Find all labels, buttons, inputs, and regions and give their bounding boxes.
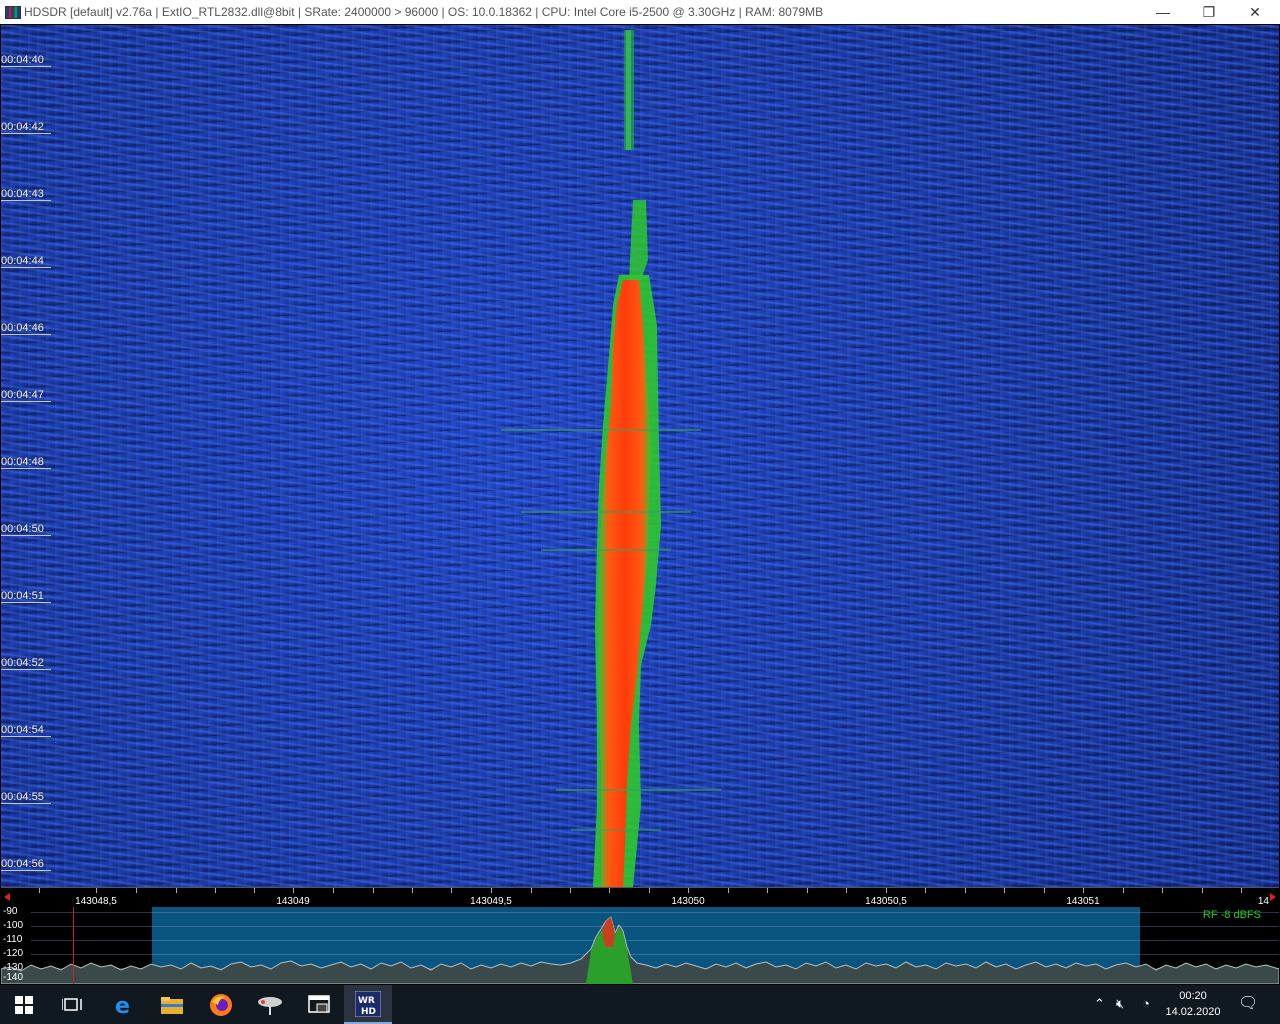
- timestamp-label: 00:04:50: [1, 523, 51, 536]
- firefox-button[interactable]: [197, 985, 245, 1024]
- scroll-left-icon[interactable]: [4, 893, 10, 901]
- signal-trace: [501, 30, 721, 887]
- scale-tick: [886, 888, 887, 893]
- frequency-label: 143048,5: [75, 896, 117, 907]
- scale-tick: [925, 888, 926, 893]
- speaker-muted-icon[interactable]: 🔇︎: [1116, 996, 1124, 1012]
- scale-tick: [688, 888, 689, 893]
- timestamp-label: 00:04:43: [1, 188, 51, 201]
- timestamp-label: 00:04:51: [1, 590, 51, 603]
- spectrum-trace: [1, 916, 1279, 984]
- file-explorer-icon: [161, 996, 183, 1014]
- db-scale-label: -90: [3, 907, 18, 917]
- tuning-marker[interactable]: [73, 907, 74, 984]
- satellite-app-button[interactable]: [246, 985, 294, 1024]
- timestamp-label: 00:04:44: [1, 255, 51, 268]
- scale-tick: [176, 888, 177, 893]
- window-app-button[interactable]: [295, 985, 343, 1024]
- timestamp-label: 00:04:46: [1, 322, 51, 335]
- hdsdr-icon: WRHD: [355, 990, 381, 1017]
- waterfall-display[interactable]: 00:04:40 00:04:42 00:04:43 00:04:44 00:0…: [1, 25, 1279, 887]
- scale-tick: [1004, 888, 1005, 893]
- timestamp-label: 00:04:42: [1, 121, 51, 134]
- title-bar: HDSDR [default] v2.76a | ExtIO_RTL2832.d…: [0, 0, 1280, 24]
- db-scale-label: -110: [3, 934, 23, 945]
- scale-tick: [1044, 888, 1045, 893]
- frequency-label: 143050: [671, 896, 705, 907]
- scale-tick: [649, 888, 650, 893]
- scale-tick: [491, 888, 492, 893]
- svg-text:e: e: [115, 994, 130, 1017]
- close-button[interactable]: ✕: [1232, 0, 1278, 24]
- scale-tick: [215, 888, 216, 893]
- edge-icon: e: [115, 994, 130, 1017]
- rf-level-readout: RF -8 dBFS: [1202, 909, 1261, 921]
- clock-time: 00:20: [1179, 990, 1207, 1002]
- scale-tick: [767, 888, 768, 893]
- maximize-button[interactable]: ❐: [1186, 0, 1232, 24]
- scale-tick: [39, 888, 40, 893]
- satellite-app-icon: [258, 996, 282, 1015]
- scale-tick: [965, 888, 966, 893]
- scroll-right-icon[interactable]: [1270, 893, 1276, 901]
- scale-tick: [846, 888, 847, 893]
- hdsdr-taskbar-button[interactable]: WR HD: [344, 985, 392, 1024]
- db-scale-label: -140: [3, 972, 24, 983]
- timestamp-label: 00:04:47: [1, 389, 51, 402]
- file-explorer-button[interactable]: [148, 985, 196, 1024]
- scale-tick: [96, 888, 97, 893]
- timestamp-label: 00:04:48: [1, 456, 51, 469]
- frequency-label-partial: 14: [1257, 896, 1269, 907]
- scale-tick: [1202, 888, 1203, 893]
- window-app-icon: [308, 994, 330, 1013]
- svg-text:WR: WR: [358, 996, 375, 1006]
- scale-tick: [1241, 888, 1242, 893]
- svg-text:HD: HD: [361, 1007, 376, 1017]
- scale-tick: [1123, 888, 1124, 893]
- spectrum-display[interactable]: -90 -100 -110 -120 -130 -140 RF -8 dBFS: [1, 907, 1279, 984]
- scale-tick: [293, 888, 294, 893]
- network-icon[interactable]: ◔: [1142, 996, 1150, 1011]
- scale-tick: [136, 888, 137, 893]
- frequency-scale[interactable]: 143048,5 143049 143049,5 143050 143050,5…: [1, 887, 1279, 908]
- clock-date: 14.02.2020: [1165, 1006, 1221, 1018]
- firefox-icon: [210, 993, 232, 1016]
- tray-clock[interactable]: 00:20 14.02.2020: [1158, 988, 1228, 1020]
- edge-button[interactable]: e: [100, 985, 148, 1024]
- scale-tick: [807, 888, 808, 893]
- timestamp-label: 00:04:40: [1, 54, 51, 67]
- scale-tick: [254, 888, 255, 893]
- db-scale-label: -100: [3, 920, 24, 931]
- frequency-label: 143049: [276, 896, 310, 907]
- start-button[interactable]: [0, 985, 48, 1024]
- frequency-label: 143049,5: [470, 896, 512, 907]
- scale-tick: [728, 888, 729, 893]
- task-view-button[interactable]: [48, 985, 96, 1024]
- db-scale-label: -120: [3, 948, 24, 959]
- scale-tick: [1083, 888, 1084, 893]
- minimize-button[interactable]: —: [1140, 0, 1186, 24]
- window-title: HDSDR [default] v2.76a | ExtIO_RTL2832.d…: [24, 5, 824, 19]
- taskbar: e WR HD ⌃ 🔇︎ ◔ 00:20 14.02.2020 🗨︎: [0, 985, 1280, 1024]
- tray-expand-icon[interactable]: ⌃: [1094, 996, 1105, 1012]
- scale-tick: [1162, 888, 1163, 893]
- timestamp-label: 00:04:56: [1, 858, 51, 871]
- task-view-icon: [62, 997, 82, 1011]
- notification-icon[interactable]: 🗨︎: [1238, 993, 1258, 1013]
- timestamp-label: 00:04:55: [1, 791, 51, 804]
- scale-tick: [531, 888, 532, 893]
- timestamp-label: 00:04:54: [1, 724, 51, 737]
- timestamp-label: 00:04:52: [1, 657, 51, 670]
- scale-tick: [333, 888, 334, 893]
- hdsdr-app-icon: [5, 6, 21, 19]
- scale-tick: [609, 888, 610, 893]
- scale-tick: [412, 888, 413, 893]
- scale-tick: [570, 888, 571, 893]
- scale-tick: [373, 888, 374, 893]
- start-icon: [15, 995, 33, 1014]
- frequency-label: 143051: [1066, 896, 1100, 907]
- frequency-label: 143050,5: [865, 896, 907, 907]
- scale-tick: [451, 888, 452, 893]
